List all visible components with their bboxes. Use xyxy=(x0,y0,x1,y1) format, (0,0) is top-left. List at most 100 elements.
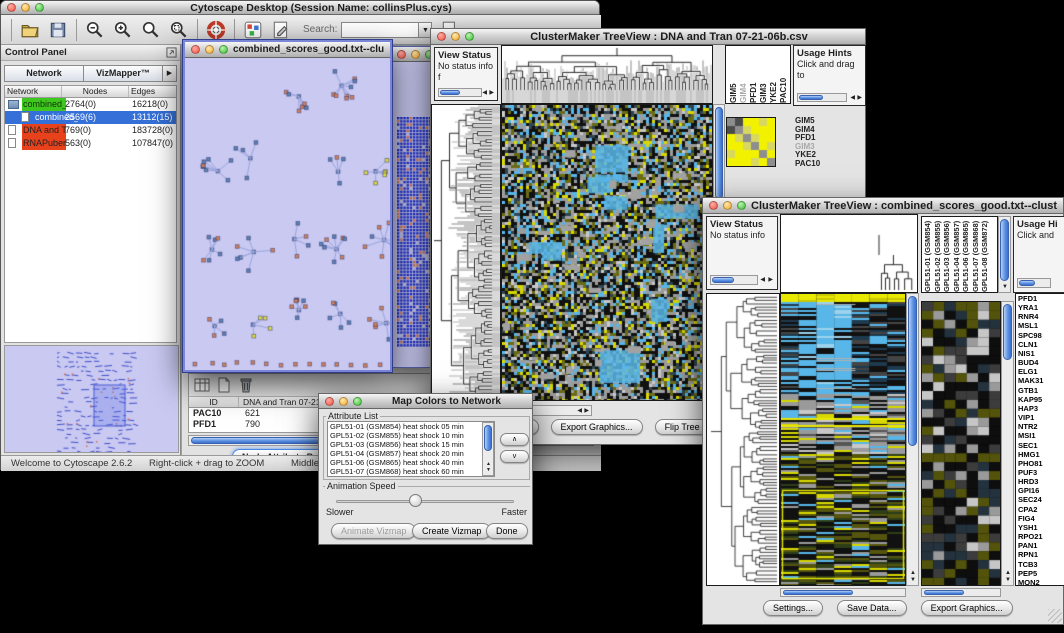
attribute-list-item[interactable]: GPL51-02 (GSM855) heat shock 10 min xyxy=(328,431,494,440)
tv2-zoom-heatmap[interactable] xyxy=(922,302,1000,585)
treeview-action-button[interactable]: Settings... xyxy=(763,600,823,616)
main-titlebar[interactable]: Cytoscape Desktop (Session Name: collins… xyxy=(1,1,599,15)
column-label[interactable]: GPL51-08 (GSM872) xyxy=(980,217,990,292)
move-down-button[interactable]: v xyxy=(500,450,529,463)
network-name[interactable]: combined_scores xyxy=(22,98,66,111)
network-tree-row[interactable]: combined_sco 2569(6) 13112(15) xyxy=(5,111,176,124)
scroll-thumb[interactable] xyxy=(712,277,734,283)
scroll-right-arrow[interactable]: ▶ xyxy=(584,408,589,414)
scroll-thumb[interactable] xyxy=(1019,280,1035,286)
dialog-titlebar[interactable]: Map Colors to Network xyxy=(319,394,532,409)
col-network[interactable]: Network xyxy=(5,86,62,97)
usage-hints-scroll[interactable] xyxy=(797,93,847,102)
tv2-zoom-vscroll[interactable]: ▲ ▼ xyxy=(1001,301,1014,586)
network-overview-panel[interactable] xyxy=(4,345,179,453)
minimize-button[interactable] xyxy=(451,32,460,41)
minimize-button[interactable] xyxy=(339,397,348,406)
tv2-col-dendrogram[interactable] xyxy=(781,215,917,292)
create-vizmap-button[interactable]: Create Vizmap xyxy=(412,523,491,539)
gene-label[interactable]: BUD4 xyxy=(1018,358,1064,367)
gene-label[interactable]: CPA2 xyxy=(1018,505,1064,514)
scroll-thumb[interactable] xyxy=(1003,304,1012,360)
column-label[interactable]: GIM3 xyxy=(759,47,769,103)
tv2-column-dendrogram-panel[interactable] xyxy=(780,214,918,293)
column-label[interactable]: GIM5 xyxy=(729,47,739,103)
close-button[interactable] xyxy=(191,45,200,54)
gene-label[interactable]: HMG1 xyxy=(1018,450,1064,459)
column-label[interactable]: GPL51-06 (GSM865) xyxy=(961,217,971,292)
network-name[interactable]: RNAPuberNov2+ xyxy=(22,137,66,150)
zoom-button[interactable] xyxy=(219,45,228,54)
view-status-scroll[interactable] xyxy=(438,88,482,97)
close-button[interactable] xyxy=(7,3,16,12)
gene-label[interactable]: HAP3 xyxy=(1018,404,1064,413)
gene-label[interactable]: SEC1 xyxy=(1018,441,1064,450)
network-name[interactable]: DNA and Tran 07 xyxy=(22,124,66,137)
column-label[interactable]: GPL51-01 (GSM854) xyxy=(923,217,933,292)
gene-label[interactable]: MAK31 xyxy=(1018,376,1064,385)
tv2-column-labels[interactable]: GPL51-01 (GSM854)GPL51-02 (GSM855) GPL51-… xyxy=(921,216,998,293)
gene-label[interactable]: PHO81 xyxy=(1018,459,1064,468)
attribute-list-item[interactable]: GPL51-07 (GSM868) heat shock 60 min xyxy=(328,467,494,476)
tv2-heatmap-panel[interactable] xyxy=(780,293,906,586)
scroll-down-arrow[interactable]: ▼ xyxy=(1005,577,1011,583)
minimize-button[interactable] xyxy=(205,45,214,54)
attribute-list-vscroll[interactable]: ▲ ▼ xyxy=(482,422,494,476)
scroll-right-arrow[interactable]: ▶ xyxy=(857,95,862,101)
scroll-thumb[interactable] xyxy=(440,90,460,95)
select-attributes-icon[interactable] xyxy=(193,376,211,394)
network-titlebar[interactable]: combined_scores_good.txt--cluste... xyxy=(185,42,390,58)
network-window-b[interactable] xyxy=(390,46,432,368)
gene-label[interactable]: PAN1 xyxy=(1018,541,1064,550)
gene-label[interactable]: KAP95 xyxy=(1018,395,1064,404)
zoom-button[interactable] xyxy=(465,32,474,41)
scroll-thumb[interactable] xyxy=(908,296,917,446)
scroll-left-arrow[interactable]: ◀ xyxy=(482,90,487,96)
overview-canvas[interactable] xyxy=(5,346,178,452)
scroll-right-arrow[interactable]: ▶ xyxy=(489,90,494,96)
minimize-button[interactable] xyxy=(723,201,732,210)
gene-label[interactable]: GPI16 xyxy=(1018,486,1064,495)
close-button[interactable] xyxy=(437,32,446,41)
gene-label[interactable]: PUF3 xyxy=(1018,468,1064,477)
row-label[interactable]: PAC10 xyxy=(795,160,855,169)
scroll-thumb[interactable] xyxy=(799,95,823,100)
tv1-row-dendrogram-panel[interactable] xyxy=(431,104,501,401)
scroll-left-arrow[interactable]: ◀ xyxy=(760,277,765,283)
column-label[interactable]: GPL51-04 (GSM857) xyxy=(952,217,962,292)
zoom-button[interactable] xyxy=(737,201,746,210)
column-label[interactable]: PAC10 xyxy=(779,47,789,103)
save-icon[interactable] xyxy=(48,20,68,40)
tv1-col-dendrogram[interactable] xyxy=(502,46,712,103)
scroll-thumb[interactable] xyxy=(715,107,723,199)
tv1-column-labels[interactable]: GIM5GIM4PFD1GIM3YKE2PAC10 xyxy=(725,45,791,104)
gene-label[interactable]: PFD1 xyxy=(1018,294,1064,303)
tab[interactable]: Network xyxy=(4,65,83,82)
minimize-button[interactable] xyxy=(21,3,30,12)
open-file-icon[interactable] xyxy=(20,20,40,40)
tv1-similarity-matrix-panel[interactable] xyxy=(726,117,776,167)
tv2-zoom-panel[interactable] xyxy=(921,301,1001,586)
tv1-heatmap[interactable] xyxy=(502,105,712,400)
gene-label[interactable]: NTR2 xyxy=(1018,422,1064,431)
animate-vizmap-button[interactable]: Animate Vizmap xyxy=(331,523,416,539)
column-label[interactable]: GPL51-02 (GSM855) xyxy=(933,217,943,292)
column-label[interactable]: GIM4 xyxy=(739,47,749,103)
tv1-column-dendrogram-panel[interactable] xyxy=(501,45,713,104)
scroll-left-arrow[interactable]: ◀ xyxy=(577,408,582,414)
treeview-action-button[interactable]: Export Graphics... xyxy=(551,419,643,435)
tv2-row-dendrogram[interactable] xyxy=(707,294,779,585)
vizmapper-icon[interactable] xyxy=(243,20,263,40)
gene-label[interactable]: TCB3 xyxy=(1018,560,1064,569)
zoom-button[interactable] xyxy=(35,3,44,12)
column-label[interactable]: YKE2 xyxy=(769,47,779,103)
scroll-down-arrow[interactable]: ▼ xyxy=(486,467,491,473)
scroll-thumb[interactable] xyxy=(783,590,853,595)
network-b-canvas[interactable] xyxy=(397,117,431,347)
tv1-similarity-matrix[interactable] xyxy=(727,118,775,166)
network-canvas[interactable] xyxy=(185,58,390,370)
zoom-selected-icon[interactable] xyxy=(169,20,189,40)
map-colors-dialog[interactable]: Map Colors to Network Attribute List GPL… xyxy=(318,393,533,545)
gene-label[interactable]: FIG4 xyxy=(1018,514,1064,523)
gene-label[interactable]: HRD3 xyxy=(1018,477,1064,486)
